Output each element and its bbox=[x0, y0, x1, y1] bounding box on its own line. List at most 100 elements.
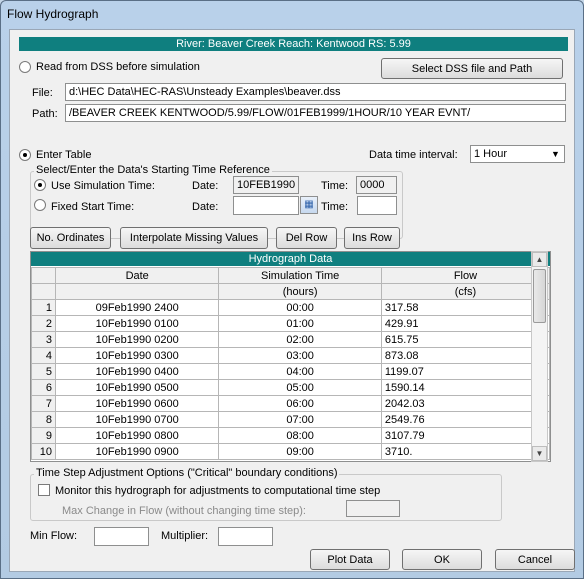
grid-header-row: Date Simulation Time Flow bbox=[31, 267, 551, 284]
sim-time-cell[interactable]: 00:00 bbox=[218, 299, 382, 316]
row-number: 6 bbox=[31, 379, 56, 396]
date-cell[interactable]: 10Feb1990 0300 bbox=[54, 347, 220, 364]
flow-cell[interactable]: 317.58 bbox=[380, 299, 551, 316]
multiplier-label: Multiplier: bbox=[161, 530, 209, 542]
sim-time-cell[interactable]: 03:00 bbox=[218, 347, 382, 364]
ins-row-button[interactable]: Ins Row bbox=[344, 227, 400, 249]
select-dss-label: Select DSS file and Path bbox=[411, 63, 533, 75]
flow-cell[interactable]: 1199.07 bbox=[380, 363, 551, 380]
grid-units-row: (hours) (cfs) bbox=[31, 283, 551, 300]
dss-path-field[interactable]: /BEAVER CREEK KENTWOOD/5.99/FLOW/01FEB19… bbox=[65, 104, 566, 122]
dialog-client-area: River: Beaver Creek Reach: Kentwood RS: … bbox=[9, 29, 575, 572]
plot-data-label: Plot Data bbox=[327, 554, 373, 566]
table-row[interactable]: 10 10Feb1990 0900 09:00 3710. bbox=[31, 443, 551, 460]
column-units: (cfs) bbox=[380, 283, 551, 300]
hydrograph-grid-title: Hydrograph Data bbox=[31, 252, 550, 266]
ok-button[interactable]: OK bbox=[402, 549, 482, 570]
max-change-flow-field bbox=[346, 500, 400, 517]
sim-date-field: 10FEB1990 bbox=[233, 176, 299, 194]
table-row[interactable]: 2 10Feb1990 0100 01:00 429.91 bbox=[31, 315, 551, 332]
plot-data-button[interactable]: Plot Data bbox=[310, 549, 390, 570]
row-number: 5 bbox=[31, 363, 56, 380]
row-number: 4 bbox=[31, 347, 56, 364]
date-cell[interactable]: 10Feb1990 0200 bbox=[54, 331, 220, 348]
enter-table-label: Enter Table bbox=[36, 149, 92, 161]
date-cell[interactable]: 10Feb1990 0600 bbox=[54, 395, 220, 412]
max-change-flow-label: Max Change in Flow (without changing tim… bbox=[62, 505, 306, 517]
dss-file-field[interactable]: d:\HEC Data\HEC-RAS\Unsteady Examples\be… bbox=[65, 83, 566, 101]
fixed-time-field[interactable] bbox=[357, 196, 397, 215]
file-label: File: bbox=[32, 87, 53, 99]
fixed-start-time-label: Fixed Start Time: bbox=[51, 201, 135, 213]
flow-cell[interactable]: 3107.79 bbox=[380, 427, 551, 444]
scroll-up-icon[interactable]: ▲ bbox=[532, 252, 547, 267]
column-units: (hours) bbox=[218, 283, 382, 300]
flow-cell[interactable]: 3710. bbox=[380, 443, 551, 460]
sim-time-cell[interactable]: 09:00 bbox=[218, 443, 382, 460]
date-cell[interactable]: 10Feb1990 0800 bbox=[54, 427, 220, 444]
use-sim-time-label: Use Simulation Time: bbox=[51, 180, 155, 192]
table-row[interactable]: 6 10Feb1990 0500 05:00 1590.14 bbox=[31, 379, 551, 396]
min-flow-label: Min Flow: bbox=[30, 530, 78, 542]
time-reference-group-label: Select/Enter the Data's Starting Time Re… bbox=[34, 164, 272, 176]
monitor-hydrograph-checkbox[interactable] bbox=[38, 484, 50, 496]
scroll-thumb[interactable] bbox=[533, 269, 546, 323]
table-row[interactable]: 1 09Feb1990 2400 00:00 317.58 bbox=[31, 299, 551, 316]
del-row-label: Del Row bbox=[285, 232, 328, 244]
fixed-date-field[interactable] bbox=[233, 196, 299, 215]
table-row[interactable]: 8 10Feb1990 0700 07:00 2549.76 bbox=[31, 411, 551, 428]
data-interval-label: Data time interval: bbox=[369, 149, 458, 161]
date-cell[interactable]: 10Feb1990 0100 bbox=[54, 315, 220, 332]
hydrograph-table: Date Simulation Time Flow (hours) (cfs) 1 09Fe… bbox=[31, 267, 551, 460]
date-cell[interactable]: 10Feb1990 0700 bbox=[54, 411, 220, 428]
sim-time-field: 0000 bbox=[356, 176, 397, 194]
ins-row-label: Ins Row bbox=[352, 232, 392, 244]
flow-cell[interactable]: 873.08 bbox=[380, 347, 551, 364]
table-row[interactable]: 5 10Feb1990 0400 04:00 1199.07 bbox=[31, 363, 551, 380]
data-interval-dropdown[interactable]: 1 Hour ▼ bbox=[470, 145, 565, 163]
use-sim-time-radio[interactable] bbox=[34, 179, 46, 191]
sim-time-cell[interactable]: 02:00 bbox=[218, 331, 382, 348]
flow-cell[interactable]: 429.91 bbox=[380, 315, 551, 332]
corner-cell bbox=[31, 267, 56, 284]
date-cell[interactable]: 10Feb1990 0400 bbox=[54, 363, 220, 380]
calendar-icon[interactable]: ▦ bbox=[300, 196, 318, 214]
enter-table-radio[interactable] bbox=[19, 149, 31, 161]
fixed-start-time-radio[interactable] bbox=[34, 199, 46, 211]
interpolate-missing-label: Interpolate Missing Values bbox=[129, 232, 259, 244]
multiplier-field[interactable] bbox=[218, 527, 273, 546]
grid-vertical-scrollbar[interactable]: ▲ ▼ bbox=[531, 251, 548, 462]
location-banner: River: Beaver Creek Reach: Kentwood RS: … bbox=[19, 37, 568, 51]
flow-cell[interactable]: 615.75 bbox=[380, 331, 551, 348]
interpolate-missing-button[interactable]: Interpolate Missing Values bbox=[120, 227, 268, 249]
sim-time-cell[interactable]: 04:00 bbox=[218, 363, 382, 380]
flow-cell[interactable]: 2042.03 bbox=[380, 395, 551, 412]
flow-cell[interactable]: 1590.14 bbox=[380, 379, 551, 396]
table-row[interactable]: 9 10Feb1990 0800 08:00 3107.79 bbox=[31, 427, 551, 444]
min-flow-field[interactable] bbox=[94, 527, 149, 546]
sim-time-cell[interactable]: 06:00 bbox=[218, 395, 382, 412]
sim-time-cell[interactable]: 08:00 bbox=[218, 427, 382, 444]
table-row[interactable]: 4 10Feb1990 0300 03:00 873.08 bbox=[31, 347, 551, 364]
row-number: 7 bbox=[31, 395, 56, 412]
date-cell[interactable]: 10Feb1990 0900 bbox=[54, 443, 220, 460]
date-cell[interactable]: 10Feb1990 0500 bbox=[54, 379, 220, 396]
data-interval-value: 1 Hour bbox=[474, 148, 508, 160]
sim-time-cell[interactable]: 07:00 bbox=[218, 411, 382, 428]
table-row[interactable]: 3 10Feb1990 0200 02:00 615.75 bbox=[31, 331, 551, 348]
row-number: 10 bbox=[31, 443, 56, 460]
del-row-button[interactable]: Del Row bbox=[276, 227, 337, 249]
sim-time-label: Time: bbox=[321, 180, 349, 192]
date-cell[interactable]: 09Feb1990 2400 bbox=[54, 299, 220, 316]
scroll-down-icon[interactable]: ▼ bbox=[532, 446, 547, 461]
flow-cell[interactable]: 2549.76 bbox=[380, 411, 551, 428]
fixed-time-label: Time: bbox=[321, 201, 349, 213]
sim-time-cell[interactable]: 05:00 bbox=[218, 379, 382, 396]
sim-time-cell[interactable]: 01:00 bbox=[218, 315, 382, 332]
chevron-down-icon: ▼ bbox=[551, 149, 560, 159]
table-row[interactable]: 7 10Feb1990 0600 06:00 2042.03 bbox=[31, 395, 551, 412]
read-dss-radio[interactable] bbox=[19, 61, 31, 73]
cancel-button[interactable]: Cancel bbox=[495, 549, 575, 570]
select-dss-button[interactable]: Select DSS file and Path bbox=[381, 58, 563, 79]
no-ordinates-button[interactable]: No. Ordinates bbox=[30, 227, 111, 249]
